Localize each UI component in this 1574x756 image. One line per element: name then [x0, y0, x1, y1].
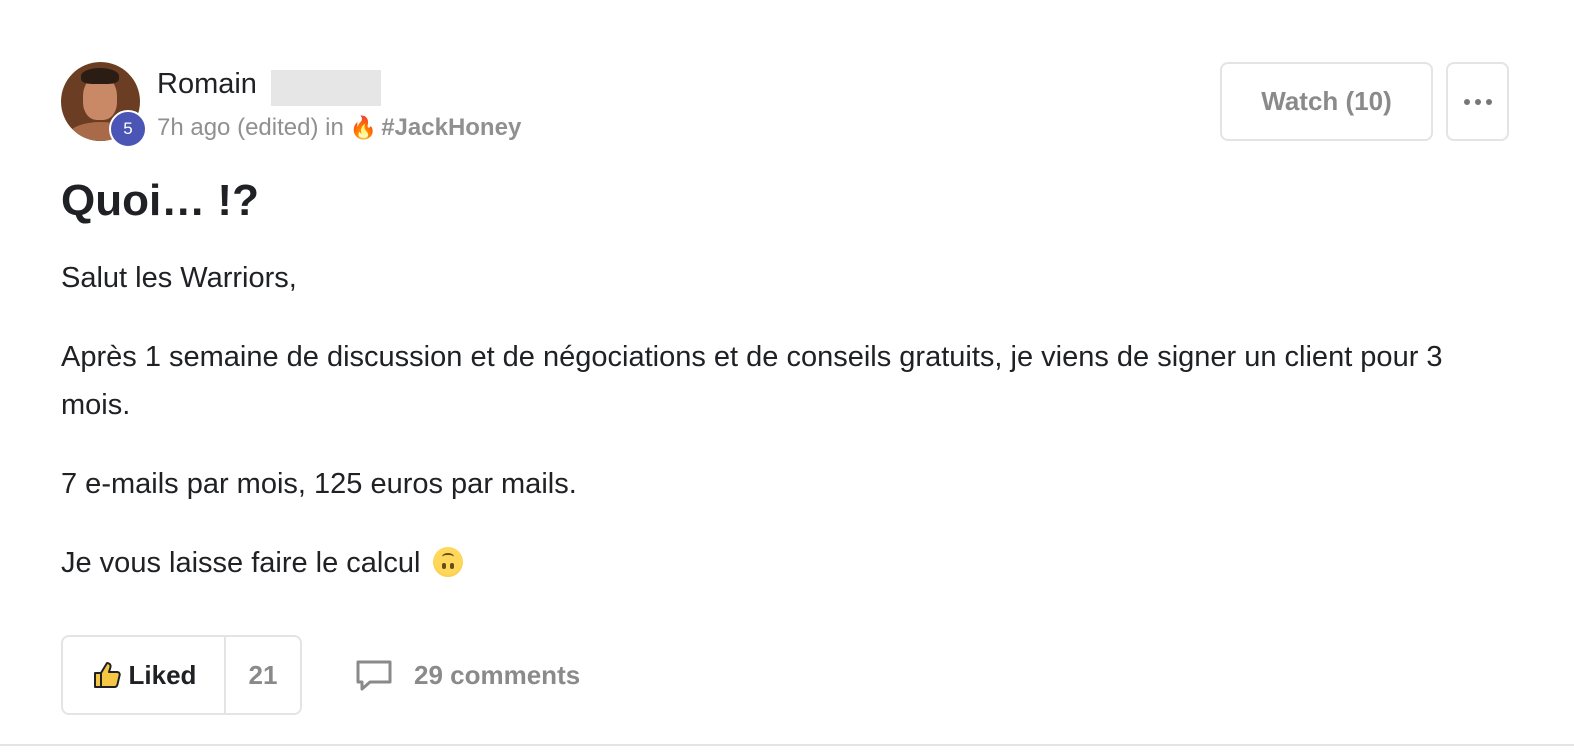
category-link[interactable]: #JackHoney — [381, 114, 521, 141]
like-group: Liked 21 — [61, 635, 302, 715]
post-time: 7h ago (edited) in — [157, 114, 344, 141]
more-dot-icon — [1474, 98, 1481, 105]
post-paragraph-last: Je vous laisse faire le calcul — [61, 539, 1501, 587]
post-paragraph: Salut les Warriors, — [61, 262, 297, 294]
post-body: Salut les Warriors, Après 1 semaine de d… — [61, 254, 1501, 618]
thumbs-up-icon — [93, 662, 121, 688]
post-card: 5 Romain 7h ago (edited) in 🔥 #JackHoney W… — [0, 0, 1574, 746]
post-paragraph: 7 e-mails par mois, 125 euros par mails. — [61, 468, 577, 500]
post-title: Quoi… !? — [61, 176, 259, 225]
watch-button[interactable]: Watch (10) — [1220, 62, 1433, 141]
avatar-hair — [81, 68, 119, 84]
author-name[interactable]: Romain — [157, 68, 257, 101]
more-options-button[interactable] — [1446, 62, 1509, 141]
comment-icon — [356, 660, 392, 691]
like-button[interactable]: Liked — [63, 637, 226, 713]
author-name-redacted — [271, 70, 381, 106]
upside-down-face-icon — [432, 547, 463, 577]
level-badge: 5 — [109, 110, 147, 148]
like-count[interactable]: 21 — [226, 637, 300, 713]
comments-link[interactable]: 29 comments — [354, 654, 580, 696]
fire-icon: 🔥 — [349, 115, 378, 140]
more-dot-icon — [1485, 98, 1492, 105]
post-paragraph: Je vous laisse faire le calcul — [61, 547, 421, 579]
comments-label: 29 comments — [414, 659, 581, 690]
post-meta: 7h ago (edited) in 🔥 #JackHoney — [157, 114, 521, 142]
post-paragraph: Après 1 semaine de discussion et de négo… — [61, 341, 1443, 421]
more-dot-icon — [1463, 98, 1470, 105]
like-label: Liked — [128, 659, 197, 690]
